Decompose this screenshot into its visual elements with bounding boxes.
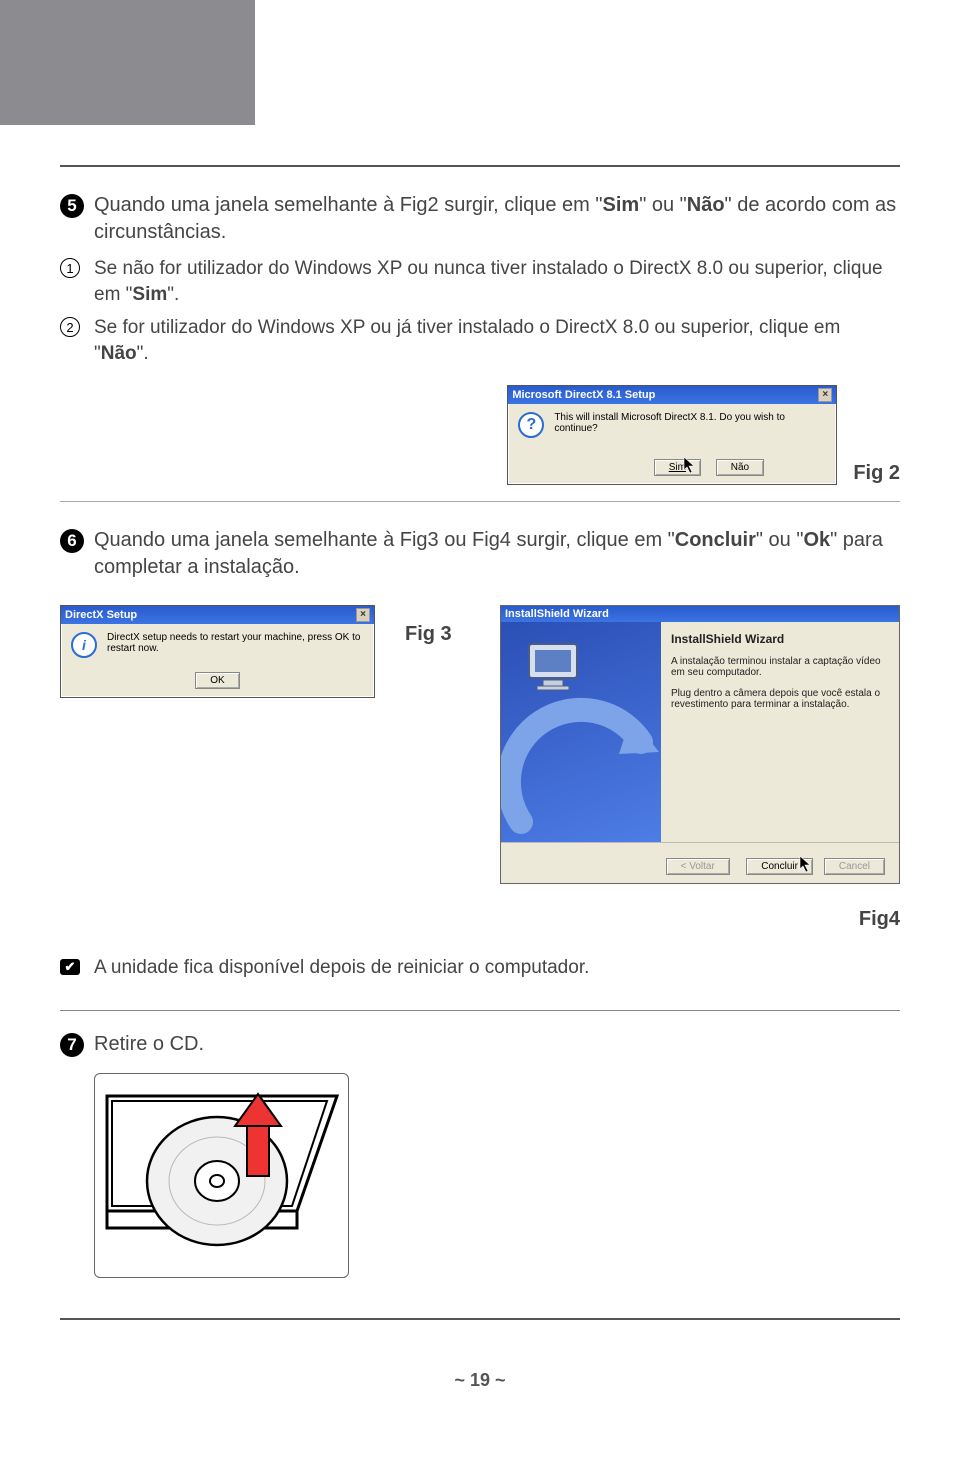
cancel-button[interactable]: Cancel — [824, 858, 885, 875]
substep-number-1: 1 — [60, 258, 80, 278]
note-row: ✔ A unidade fica disponível depois de re… — [60, 955, 900, 981]
bold-nao: Não — [101, 343, 137, 364]
step-5: 5 Quando uma janela semelhante à Fig2 su… — [60, 192, 900, 246]
text-fragment: Se não for utilizador do Windows XP ou n… — [94, 258, 883, 305]
close-icon[interactable]: × — [356, 608, 370, 622]
page-footer: ~ 19 ~ — [60, 1370, 900, 1391]
close-icon[interactable]: × — [818, 388, 832, 402]
substep-1: 1 Se não for utilizador do Windows XP ou… — [60, 256, 900, 307]
fig3-dialog: DirectX Setup × i DirectX setup needs to… — [60, 605, 375, 698]
fig2-dialog: Microsoft DirectX 8.1 Setup × ? This wil… — [507, 385, 837, 485]
text-fragment: Quando uma janela semelhante à Fig2 surg… — [94, 194, 603, 216]
divider — [60, 1318, 900, 1320]
nao-button[interactable]: Não — [716, 459, 764, 476]
fig3-message: DirectX setup needs to restart your mach… — [107, 632, 364, 654]
cd-illustration-wrap — [94, 1073, 900, 1278]
bold-ok: Ok — [803, 529, 830, 551]
step-6: 6 Quando uma janela semelhante à Fig3 ou… — [60, 527, 900, 581]
step-number-7: 7 — [60, 1033, 84, 1057]
fig4-label: Fig4 — [859, 908, 900, 931]
fig4-wizard: InstallShield Wizard InstallShield — [500, 605, 900, 884]
header-block — [0, 0, 255, 125]
step-7-text: Retire o CD. — [94, 1031, 204, 1058]
step-number-5: 5 — [60, 194, 84, 218]
ok-button[interactable]: OK — [195, 672, 239, 689]
divider — [60, 501, 900, 502]
wizard-heading: InstallShield Wizard — [671, 632, 889, 646]
cursor-icon — [683, 456, 697, 474]
fig2-label: Fig 2 — [853, 462, 900, 485]
text-fragment: ". — [167, 284, 179, 305]
substep-2: 2 Se for utilizador do Windows XP ou já … — [60, 315, 900, 366]
wizard-sidebar — [501, 622, 661, 842]
fig3-label: Fig 3 — [405, 623, 452, 646]
fig2-message: This will install Microsoft DirectX 8.1.… — [554, 412, 826, 434]
fig4-titlebar: InstallShield Wizard — [501, 606, 899, 622]
cursor-icon — [799, 855, 813, 873]
note-text: A unidade fica disponível depois de rein… — [94, 955, 589, 981]
step-6-text: Quando uma janela semelhante à Fig3 ou F… — [94, 527, 900, 581]
fig2-titlebar: Microsoft DirectX 8.1 Setup × — [508, 386, 836, 404]
text-fragment: " ou " — [639, 194, 687, 216]
page-content: 5 Quando uma janela semelhante à Fig2 su… — [0, 165, 960, 1431]
bold-nao: Não — [687, 194, 725, 216]
wizard-line2: Plug dentro a câmera depois que você est… — [671, 688, 889, 710]
cd-illustration — [94, 1073, 349, 1278]
info-icon: i — [71, 632, 97, 658]
voltar-button[interactable]: < Voltar — [666, 858, 730, 875]
check-icon: ✔ — [60, 959, 80, 975]
substep-number-2: 2 — [60, 317, 80, 337]
fig2-row: Microsoft DirectX 8.1 Setup × ? This wil… — [60, 385, 900, 485]
fig3-title-text: DirectX Setup — [65, 609, 137, 621]
question-icon: ? — [518, 412, 544, 438]
step-5-text: Quando uma janela semelhante à Fig2 surg… — [94, 192, 900, 246]
bold-sim: Sim — [132, 284, 167, 305]
divider — [60, 1010, 900, 1011]
step-7: 7 Retire o CD. — [60, 1031, 900, 1058]
divider — [60, 165, 900, 167]
substep-2-text: Se for utilizador do Windows XP ou já ti… — [94, 315, 900, 366]
text-fragment: " ou " — [756, 529, 804, 551]
fig3-titlebar: DirectX Setup × — [61, 606, 374, 624]
text-fragment: Quando uma janela semelhante à Fig3 ou F… — [94, 529, 675, 551]
substep-1-text: Se não for utilizador do Windows XP ou n… — [94, 256, 900, 307]
fig3-row: DirectX Setup × i DirectX setup needs to… — [60, 605, 900, 884]
fig4-label-row: Fig4 — [60, 908, 900, 931]
wizard-line1: A instalação terminou instalar a captaçã… — [671, 656, 889, 678]
wizard-arrow-icon — [501, 682, 661, 842]
text-fragment: Se for utilizador do Windows XP ou já ti… — [94, 317, 840, 364]
step-number-6: 6 — [60, 529, 84, 553]
bold-concluir: Concluir — [675, 529, 756, 551]
fig2-title-text: Microsoft DirectX 8.1 Setup — [512, 389, 655, 401]
text-fragment: ". — [137, 343, 149, 364]
bold-sim: Sim — [603, 194, 640, 216]
